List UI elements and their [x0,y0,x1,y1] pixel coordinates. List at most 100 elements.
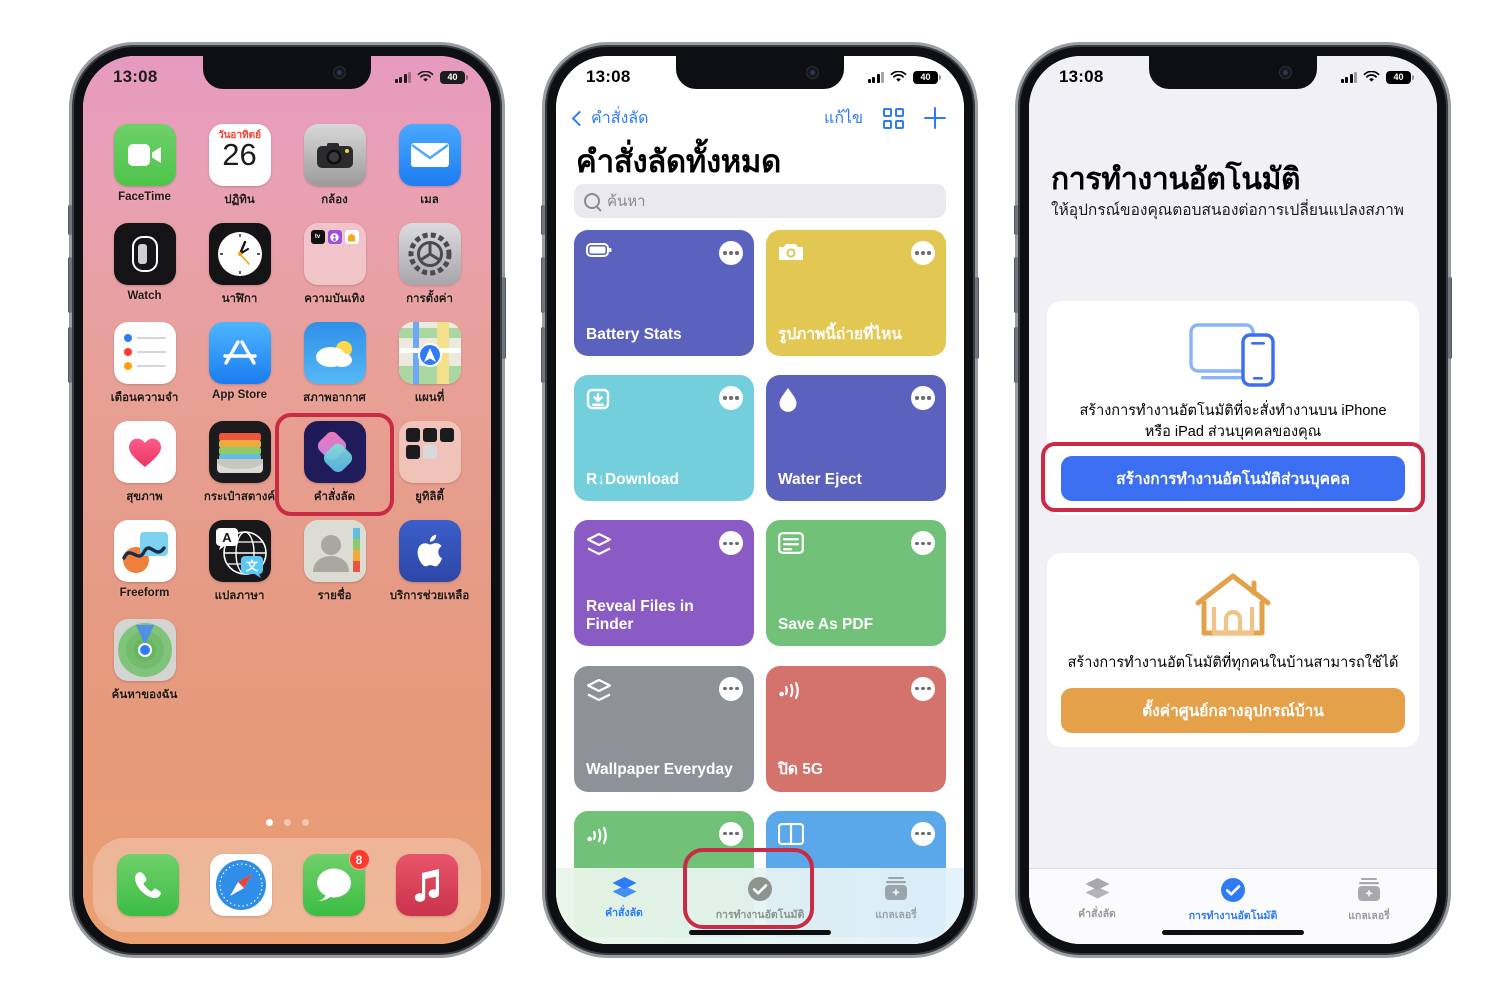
card-more-button[interactable] [719,386,743,411]
app-label: ปฏิทิน [224,194,255,206]
card-more-button[interactable] [911,241,935,265]
tab-shortcuts[interactable]: คำสั่งลัด [1029,877,1165,922]
reminders-icon [113,322,176,384]
dock-app-phone[interactable] [116,854,179,916]
water-drop-icon [778,387,804,413]
shortcut-card[interactable]: R↓Download [574,375,754,502]
app-watch[interactable]: Watch [97,223,192,308]
setup-home-hub-button[interactable]: ตั้งค่าศูนย์กลางอุปกรณ์บ้าน [1061,687,1405,733]
tab-gallery[interactable]: แกลเลอรี่ [1301,877,1437,924]
page-dot-2[interactable] [283,819,291,826]
volume-down-button[interactable] [68,327,72,383]
dock-app-messages[interactable]: 8 [302,849,370,916]
devices-ipad-iphone-icon [1189,323,1275,387]
music-icon [395,854,458,916]
front-camera-icon [1280,67,1291,78]
app-health[interactable]: สุขภาพ [97,421,192,506]
home-indicator[interactable] [1162,930,1304,935]
card-more-button[interactable] [719,676,743,701]
app-mail[interactable]: เมล [382,124,477,209]
shortcut-card[interactable]: Water Eject [766,375,946,502]
card-more-button[interactable] [719,241,743,265]
app-freeform[interactable]: Freeform [97,520,192,605]
volume-up-button[interactable] [541,257,545,313]
page-subtitle: ให้อุปกรณ์ของคุณตอบสนองต่อการเปลี่ยนแปลง… [1051,202,1404,219]
app-camera[interactable]: กล้อง [287,124,382,209]
card-more-button[interactable] [911,821,935,846]
tab-label: คำสั่งลัด [605,907,643,919]
app-calendar[interactable]: วันอาทิตย์ 26 ปฏิทิน [192,124,287,209]
app-maps[interactable]: แผนที่ [382,322,477,407]
app-clock[interactable]: นาฬิกา [192,223,287,308]
volume-up-button[interactable] [1014,257,1018,313]
app-folder-entertainment[interactable]: tv ความบันเทิง [287,223,382,308]
card-more-button[interactable] [719,531,743,556]
tab-automation[interactable]: การทำงานอัตโนมัติ [692,876,828,923]
create-personal-automation-button[interactable]: สร้างการทำงานอัตโนมัติส่วนบุคคล [1061,456,1405,502]
app-folder-utilities[interactable]: ยูทิลิตี้ [382,421,477,506]
app-settings[interactable]: การตั้งค่า [382,223,477,308]
app-findmy[interactable]: ค้นหาของฉัน [97,619,192,704]
tab-gallery[interactable]: แกลเลอรี่ [828,876,964,923]
tab-automation[interactable]: การทำงานอัตโนมัติ [1165,877,1301,924]
dock-app-music[interactable] [395,854,458,916]
page-dot-1[interactable] [265,819,273,826]
app-label: ยูทิลิตี้ [415,491,444,503]
calendar-day: 26 [222,137,257,172]
shortcut-card[interactable]: Wallpaper Everyday [574,665,754,792]
gallery-tab-icon [1358,878,1380,901]
power-button[interactable] [975,277,979,359]
app-shortcuts[interactable]: คำสั่งลัด [275,413,394,516]
notch [676,56,844,89]
panel-text: สร้างการทำงานอัตโนมัติที่จะสั่งทำงานบน i… [1079,403,1387,440]
card-more-button[interactable] [911,386,935,411]
app-label: สุขภาพ [126,491,163,503]
shortcut-card[interactable]: Save As PDF [766,520,946,647]
app-reminders[interactable]: เตือนความจำ [97,322,192,407]
app-wallet[interactable]: กระเป๋าสตางค์ [192,421,287,506]
camera-icon [303,124,366,186]
app-contacts[interactable]: รายชื่อ [287,520,382,605]
mute-switch[interactable] [1014,205,1018,235]
edit-button[interactable]: แก้ไข [824,106,863,131]
volume-down-button[interactable] [1014,327,1018,383]
page-dot-3[interactable] [301,819,309,826]
page-dots[interactable] [83,819,491,826]
power-button[interactable] [502,277,506,359]
grid-view-icon[interactable] [883,107,904,129]
shortcut-card-grid: Battery Stats รูปภาพนี้ถ่ายที่ไหน R↓Down… [574,230,946,944]
app-weather[interactable]: สภาพอากาศ [287,322,382,407]
automation-tab-icon [748,877,772,901]
battery-icon: 40 [1386,70,1414,84]
volume-up-button[interactable] [68,257,72,313]
mute-switch[interactable] [541,205,545,235]
mute-switch[interactable] [68,205,72,235]
app-translate[interactable]: A 文 แปลภาษา [192,520,287,605]
app-facetime[interactable]: FaceTime [97,124,192,209]
app-support[interactable]: บริการช่วยเหลือ [382,520,477,605]
back-button[interactable]: คำสั่งลัด [571,106,648,131]
home-indicator[interactable] [689,930,831,935]
shortcuts-icon [303,421,366,483]
shortcut-card[interactable]: Reveal Files in Finder [574,520,754,647]
app-label: กระเป๋าสตางค์ [203,491,276,503]
home-wallpaper: 13:08 40 FaceTime วันอาทิตย์ 26 ปฏิทิน ก… [83,56,491,944]
shortcut-card[interactable]: Battery Stats [574,230,754,356]
dock-app-safari[interactable] [209,854,272,916]
plus-icon[interactable] [924,107,946,129]
phone-shortcuts-list: 13:08 40 คำสั่งลัด แก้ไข คำสั่งลัดทั้งหม… [541,45,979,955]
shortcut-card[interactable]: รูปภาพนี้ถ่ายที่ไหน [766,230,946,356]
search-input[interactable]: ค้นหา [574,184,946,218]
card-more-button[interactable] [911,676,935,701]
app-label: FaceTime [118,191,171,203]
card-more-button[interactable] [719,821,743,846]
tab-shortcuts[interactable]: คำสั่งลัด [556,876,692,921]
wifi-icon [417,71,434,82]
volume-down-button[interactable] [541,327,545,383]
folder-entertainment-icon: tv [303,223,366,285]
shortcut-card[interactable]: ปิด 5G [766,665,946,792]
app-label: แผนที่ [414,392,445,404]
power-button[interactable] [1448,277,1452,359]
card-more-button[interactable] [911,531,935,556]
app-appstore[interactable]: App Store [192,322,287,407]
